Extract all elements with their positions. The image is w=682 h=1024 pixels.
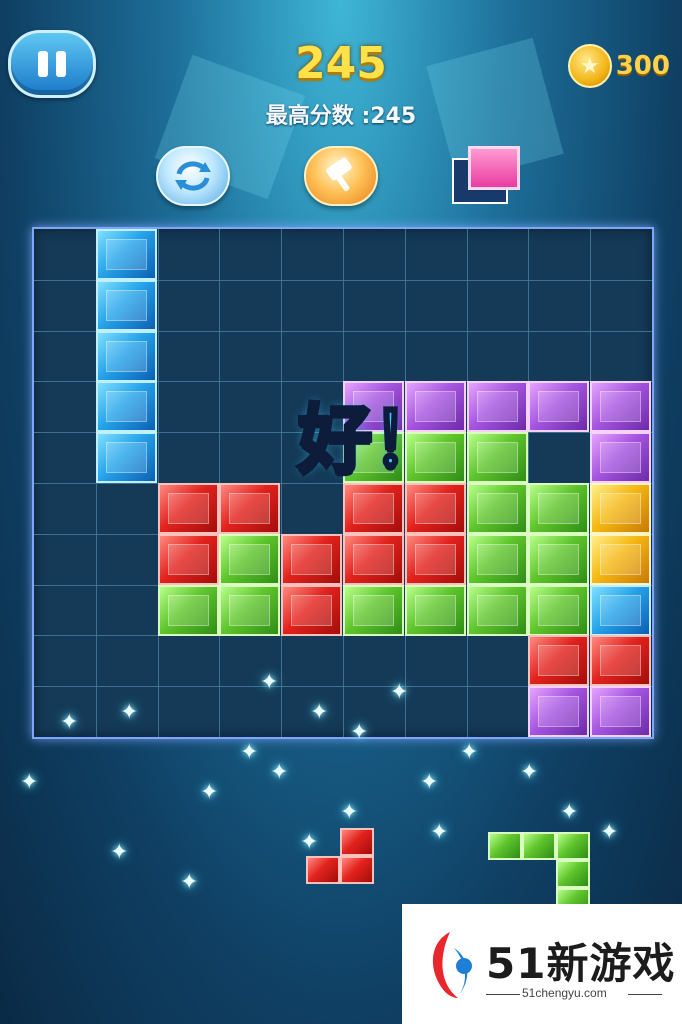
block-green xyxy=(466,432,528,484)
divider xyxy=(486,994,520,995)
rotate-button[interactable] xyxy=(156,146,230,206)
block-red xyxy=(281,584,343,636)
sparkle-icon: ✦ xyxy=(390,680,409,705)
block-green xyxy=(528,584,590,636)
sparkle-icon: ✦ xyxy=(560,800,579,825)
best-score-label: 最高分数 :245 xyxy=(265,104,417,129)
block-green xyxy=(157,584,219,636)
divider xyxy=(628,994,662,995)
next-block-preview xyxy=(452,146,522,204)
block-red xyxy=(404,483,466,534)
sparkle-icon: ✦ xyxy=(270,760,289,785)
logo-title: 51新游戏 xyxy=(486,939,676,988)
sparkle-icon: ✦ xyxy=(340,800,359,825)
coin-counter: ★ 300 xyxy=(567,44,670,88)
block-green xyxy=(466,483,528,534)
sparkle-icon: ✦ xyxy=(260,670,279,695)
block-blue xyxy=(95,330,157,382)
rotate-arrows-icon xyxy=(175,161,211,191)
block-yellow xyxy=(590,533,652,585)
watermark-logo: 51新游戏 51chengyu.com xyxy=(402,904,682,1024)
piece-cell xyxy=(488,832,522,860)
sparkle-icon: ✦ xyxy=(300,830,319,855)
block-purple xyxy=(590,381,652,433)
block-purple xyxy=(590,686,652,738)
block-red xyxy=(590,635,652,687)
piece-cell xyxy=(522,832,556,860)
sparkle-icon: ✦ xyxy=(110,840,129,865)
block-blue xyxy=(95,432,157,484)
block-blue xyxy=(590,584,652,636)
sparkle-icon: ✦ xyxy=(120,700,139,725)
block-red xyxy=(281,533,343,585)
sparkle-icon: ✦ xyxy=(430,820,449,845)
sparkle-icon: ✦ xyxy=(180,870,199,895)
block-green xyxy=(219,584,281,636)
star-coin-icon: ★ xyxy=(567,44,612,88)
block-green xyxy=(528,533,590,585)
block-red xyxy=(157,483,219,534)
next-block-pink xyxy=(468,146,520,190)
sparkle-icon: ✦ xyxy=(240,740,259,765)
piece-cell xyxy=(340,828,374,856)
sparkle-icon: ✦ xyxy=(460,740,479,765)
piece-cell xyxy=(556,860,590,888)
coin-count: 300 xyxy=(615,51,670,81)
block-red xyxy=(343,483,404,534)
block-red xyxy=(157,533,219,585)
brand-logo-icon xyxy=(432,932,472,998)
block-green xyxy=(466,584,528,636)
block-blue xyxy=(95,229,157,280)
block-purple xyxy=(590,432,652,484)
block-red xyxy=(528,635,590,687)
top-bar: 245 最高分数 :245 ★ 300 xyxy=(0,0,682,140)
sparkle-icon: ✦ xyxy=(520,760,539,785)
piece-cell xyxy=(340,856,374,884)
block-green xyxy=(343,584,404,636)
sparkle-icon: ✦ xyxy=(310,700,329,725)
sparkle-icon: ✦ xyxy=(60,710,79,735)
combo-text: 好！ xyxy=(296,395,448,485)
sparkle-icon: ✦ xyxy=(600,820,619,845)
sparkle-icon: ✦ xyxy=(350,720,369,745)
logo-url: 51chengyu.com xyxy=(522,986,607,1000)
block-green xyxy=(219,533,281,585)
piece-cell xyxy=(556,832,590,860)
hammer-button[interactable] xyxy=(304,146,378,206)
sparkle-icon: ✦ xyxy=(420,770,439,795)
block-red xyxy=(343,533,404,585)
sparkle-icon: ✦ xyxy=(20,770,39,795)
block-blue xyxy=(95,279,157,331)
block-red xyxy=(404,533,466,585)
block-green xyxy=(466,533,528,585)
block-green xyxy=(528,483,590,534)
hammer-icon xyxy=(326,157,352,192)
block-yellow xyxy=(590,483,652,534)
block-purple xyxy=(528,686,590,738)
block-purple xyxy=(528,381,590,433)
piece-cell xyxy=(306,856,340,884)
block-green xyxy=(404,584,466,636)
block-red xyxy=(219,483,281,534)
sparkle-icon: ✦ xyxy=(200,780,219,805)
block-purple xyxy=(466,381,528,433)
block-blue xyxy=(95,381,157,433)
